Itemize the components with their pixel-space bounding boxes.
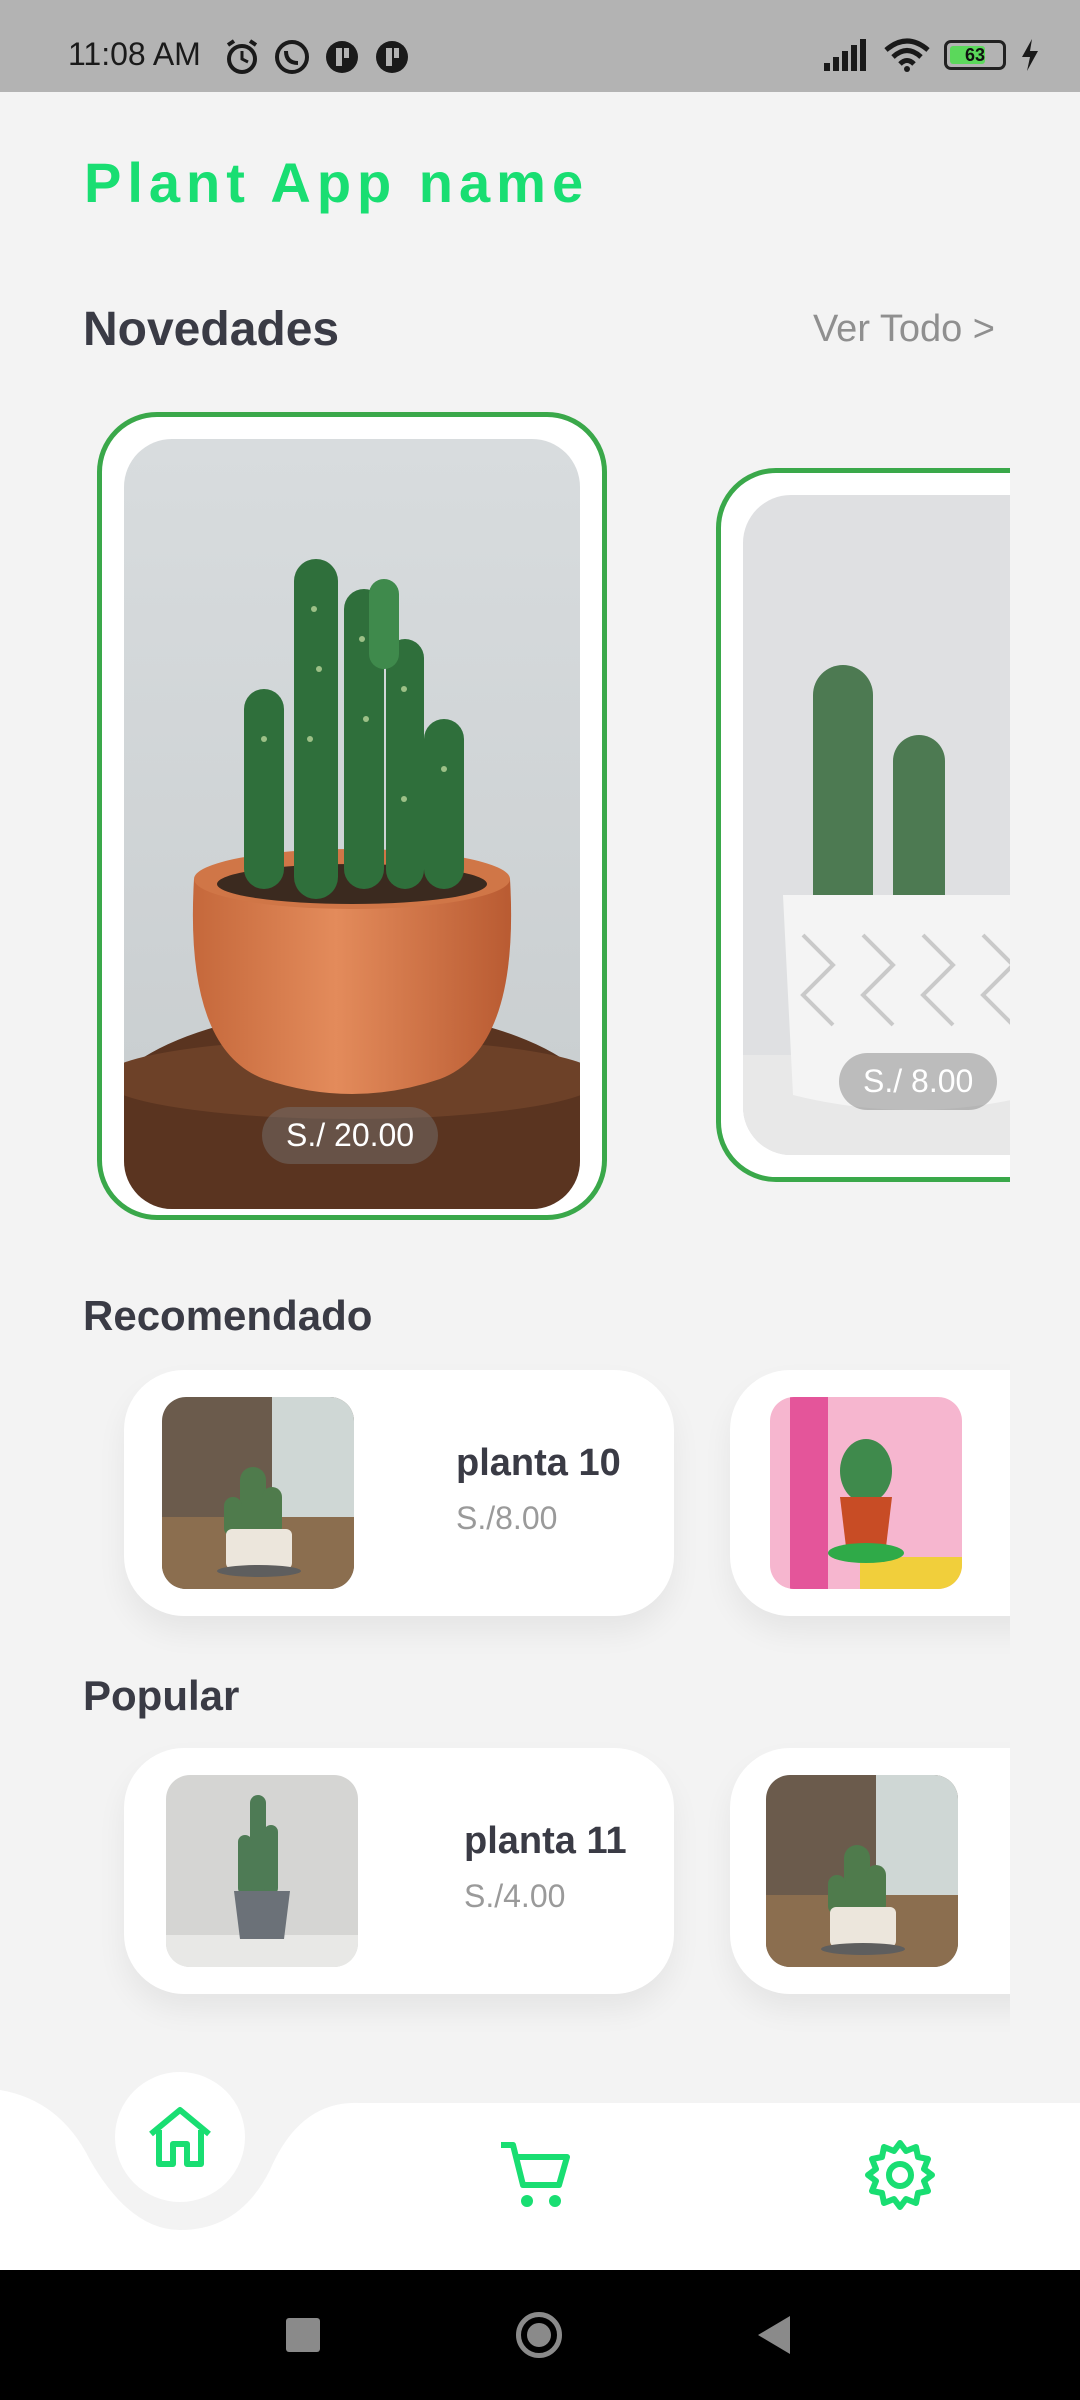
battery-icon: 63: [944, 40, 1006, 70]
nav-cart-button[interactable]: [495, 2135, 575, 2215]
plant-thumbnail: [162, 1397, 354, 1589]
cart-icon: [501, 2142, 570, 2207]
featured-card[interactable]: S./ 8.00: [716, 468, 1010, 1182]
product-price: S./4.00: [464, 1878, 566, 1914]
notification-icons: [222, 37, 412, 77]
charging-icon: [1022, 39, 1038, 71]
app-title: Plant App name: [84, 151, 590, 214]
product-card[interactable]: [730, 1370, 1010, 1616]
home-circle-icon[interactable]: [516, 2312, 562, 2358]
see-all-link[interactable]: Ver Todo >: [813, 308, 995, 351]
section-title-recomendado: Recomendado: [83, 1292, 373, 1339]
nav-settings-button[interactable]: [860, 2135, 940, 2215]
home-icon: [149, 2107, 211, 2167]
alarm-icon: [226, 39, 258, 74]
signal-icon: [824, 39, 866, 71]
price-badge: S./ 8.00: [839, 1053, 998, 1110]
recommended-list[interactable]: planta 10 S./8.00: [0, 1360, 1010, 1660]
recents-icon[interactable]: [286, 2318, 320, 2352]
featured-card[interactable]: S./ 20.00: [97, 412, 607, 1220]
plant-thumbnail: [166, 1775, 358, 1967]
settings-icon: [865, 2140, 935, 2210]
battery-level: 63: [964, 44, 986, 65]
status-time: 11:08 AM: [68, 36, 201, 72]
app-icon: [326, 41, 358, 73]
section-title-novedades: Novedades: [83, 303, 340, 356]
product-card[interactable]: [730, 1748, 1010, 1994]
plant-thumbnail: [770, 1397, 962, 1589]
section-title-popular: Popular: [83, 1672, 240, 1719]
app-icon: [376, 41, 408, 73]
product-name: planta 10: [456, 1442, 621, 1484]
plant-photo: [124, 439, 580, 1209]
wifi-icon: [884, 38, 930, 72]
product-price: S./8.00: [456, 1500, 558, 1536]
product-card[interactable]: planta 11 S./4.00: [124, 1748, 674, 1994]
system-status-icons: 63: [824, 38, 1040, 72]
back-icon[interactable]: [756, 2314, 792, 2356]
featured-carousel[interactable]: S./ 20.00 S./ 8.00: [0, 380, 1010, 1280]
popular-list[interactable]: planta 11 S./4.00: [0, 1738, 1010, 2038]
price-badge: S./ 20.00: [262, 1107, 439, 1164]
status-bar: 11:08 AM 63: [0, 0, 1080, 92]
plant-thumbnail: [766, 1775, 958, 1967]
system-nav-bar: [0, 2270, 1080, 2400]
whatsapp-icon: [275, 40, 309, 74]
product-name: planta 11: [464, 1820, 627, 1862]
nav-home-button[interactable]: [115, 2072, 245, 2202]
product-card[interactable]: planta 10 S./8.00: [124, 1370, 674, 1616]
